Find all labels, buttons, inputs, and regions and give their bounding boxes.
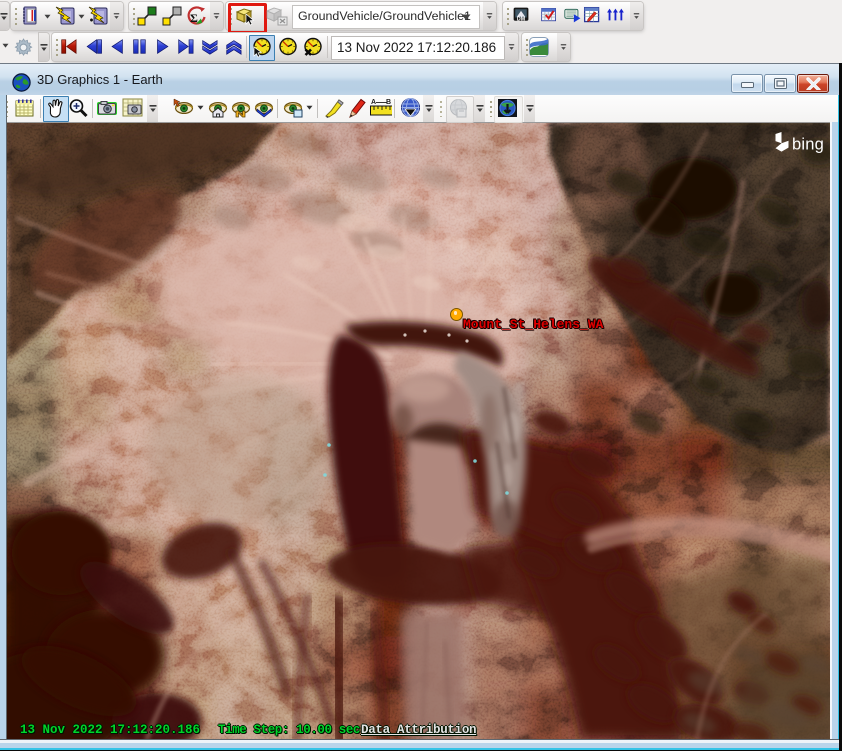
svg-text:bing: bing <box>792 136 824 154</box>
svg-text:Σ: Σ <box>190 11 198 25</box>
svg-text:DM: DM <box>517 16 526 22</box>
svg-text:A: A <box>371 99 376 106</box>
